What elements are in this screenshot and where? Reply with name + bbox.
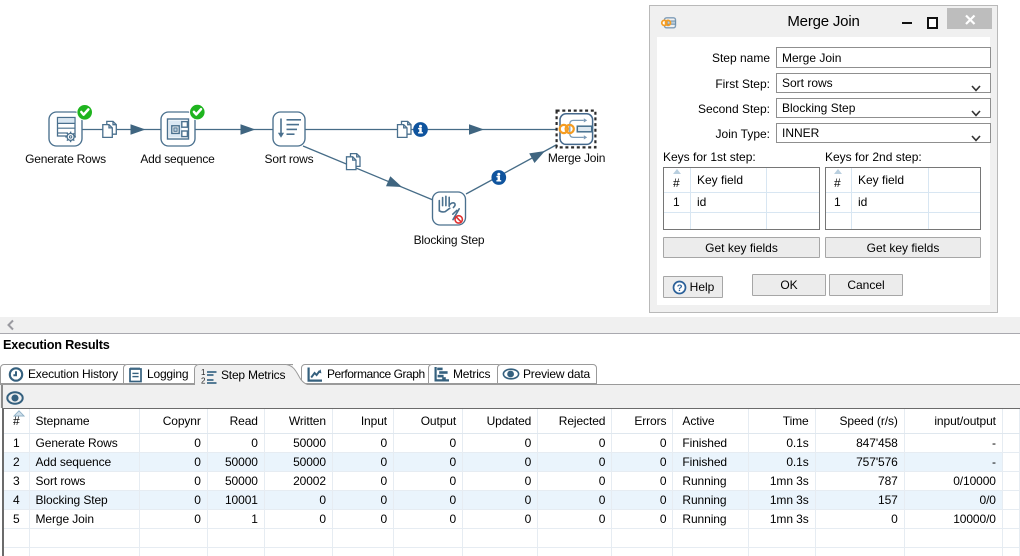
svg-text:2: 2	[201, 376, 206, 384]
svg-text:?: ?	[676, 283, 682, 294]
